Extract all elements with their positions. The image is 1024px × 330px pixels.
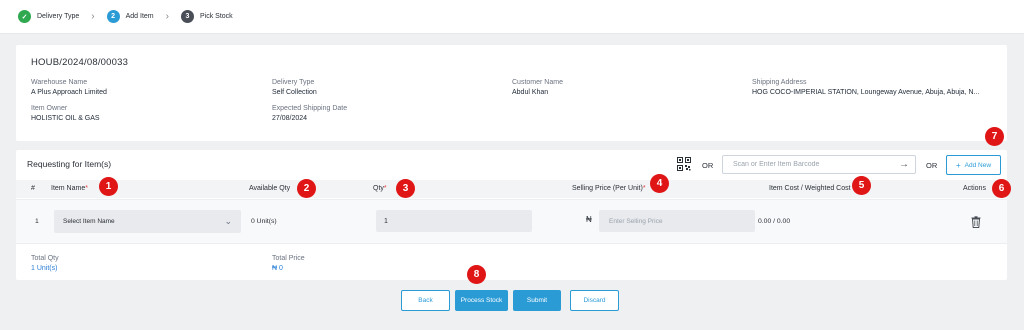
total-price-label: Total Price bbox=[272, 255, 305, 262]
select-value: Select Item Name bbox=[63, 218, 115, 225]
field-label: Expected Shipping Date bbox=[272, 105, 348, 112]
annotation-marker-1: 1 bbox=[99, 177, 118, 196]
total-qty: Total Qty 1 Unit(s) bbox=[31, 255, 59, 272]
field-label: Delivery Type bbox=[272, 79, 315, 86]
field-value: 27/08/2024 bbox=[272, 115, 308, 122]
field-value: HOG COCO-IMPERIAL STATION, Loungeway Ave… bbox=[752, 89, 980, 96]
trash-icon[interactable] bbox=[971, 216, 981, 228]
item-owner-field: Item Owner HOLISTIC OIL & GAS bbox=[31, 105, 100, 122]
customer-name-field: Customer Name Abdul Khan bbox=[512, 79, 563, 96]
total-qty-value: 1 Unit(s) bbox=[31, 265, 58, 272]
discard-button[interactable]: Discard bbox=[570, 290, 619, 311]
step-label: Pick Stock bbox=[199, 13, 233, 20]
add-new-label: Add New bbox=[964, 161, 992, 169]
delivery-type-field: Delivery Type Self Collection bbox=[272, 79, 317, 96]
check-icon: ✓ bbox=[18, 10, 31, 23]
items-card: Requesting for Item(s) OR → OR + Add New… bbox=[16, 150, 1007, 280]
field-label: Customer Name bbox=[512, 79, 563, 86]
qr-code-icon[interactable] bbox=[677, 157, 691, 171]
available-qty-value: 0 Unit(s) bbox=[251, 218, 277, 225]
annotation-marker-4: 4 bbox=[650, 174, 669, 193]
add-new-button[interactable]: + Add New bbox=[946, 155, 1001, 175]
items-section-title: Requesting for Item(s) bbox=[27, 159, 112, 169]
required-mark: * bbox=[642, 185, 646, 192]
expected-shipping-date-field: Expected Shipping Date 27/08/2024 bbox=[272, 105, 347, 122]
field-label: Item Owner bbox=[31, 105, 68, 112]
selling-price-input[interactable] bbox=[599, 210, 755, 232]
qty-input[interactable] bbox=[376, 210, 532, 232]
field-value: Self Collection bbox=[272, 89, 317, 96]
annotation-marker-6: 6 bbox=[992, 179, 1011, 198]
table-row: 1 Select Item Name ⌄ 0 Unit(s) ₦ 0.00 / … bbox=[16, 199, 1007, 244]
chevron-right-icon: › bbox=[91, 11, 95, 22]
submit-button[interactable]: Submit bbox=[513, 290, 561, 311]
field-label: Shipping Address bbox=[752, 79, 807, 86]
step-label: Delivery Type bbox=[37, 13, 80, 20]
annotation-marker-7: 7 bbox=[985, 127, 1004, 146]
item-cost-value: 0.00 / 0.00 bbox=[758, 218, 791, 225]
step-number: 3 bbox=[180, 10, 194, 23]
currency-symbol: ₦ bbox=[586, 215, 592, 224]
step-add-item[interactable]: 2 Add Item bbox=[106, 10, 154, 23]
column-item-name: Item Name* bbox=[51, 185, 88, 192]
column-index: # bbox=[31, 185, 35, 192]
column-qty: Qty* bbox=[373, 185, 387, 192]
column-label: Item Name bbox=[51, 185, 86, 192]
total-price: Total Price ₦ 0 bbox=[272, 255, 305, 272]
row-index: 1 bbox=[35, 218, 39, 225]
annotation-marker-3: 3 bbox=[396, 179, 415, 198]
or-separator: OR bbox=[926, 161, 938, 170]
chevron-down-icon: ⌄ bbox=[224, 216, 232, 226]
column-label: Qty bbox=[373, 185, 384, 192]
total-price-value: ₦ 0 bbox=[272, 265, 283, 272]
process-stock-button[interactable]: Process Stock bbox=[455, 290, 508, 311]
warehouse-name-field: Warehouse Name A Plus Approach Limited bbox=[31, 79, 107, 96]
field-value: Abdul Khan bbox=[512, 89, 549, 96]
required-mark: * bbox=[85, 185, 88, 192]
arrow-right-icon[interactable]: → bbox=[899, 159, 909, 170]
item-name-select[interactable]: Select Item Name ⌄ bbox=[54, 210, 241, 233]
column-label: Selling Price (Per Unit) bbox=[572, 185, 643, 192]
column-actions: Actions bbox=[963, 185, 986, 192]
step-label: Add Item bbox=[125, 13, 154, 20]
chevron-right-icon: › bbox=[165, 11, 169, 22]
back-button[interactable]: Back bbox=[401, 290, 450, 311]
delivery-details-card: HOUB/2024/08/00033 Warehouse Name A Plus… bbox=[16, 45, 1007, 141]
annotation-marker-8: 8 bbox=[467, 265, 486, 284]
plus-icon: + bbox=[955, 160, 961, 170]
total-qty-label: Total Qty bbox=[31, 255, 59, 262]
required-mark: * bbox=[383, 185, 387, 192]
reference-number: HOUB/2024/08/00033 bbox=[31, 57, 129, 68]
column-item-cost: Item Cost / Weighted Cost bbox=[769, 185, 851, 192]
step-number: 2 bbox=[106, 10, 120, 23]
stepper: ✓ Delivery Type › 2 Add Item › 3 Pick St… bbox=[0, 0, 1024, 34]
barcode-search-input[interactable] bbox=[722, 155, 916, 174]
shipping-address-field: Shipping Address HOG COCO-IMPERIAL STATI… bbox=[752, 79, 979, 96]
field-value: A Plus Approach Limited bbox=[31, 89, 107, 96]
field-value: HOLISTIC OIL & GAS bbox=[31, 115, 100, 122]
column-selling-price: Selling Price (Per Unit)* bbox=[572, 185, 646, 192]
column-available-qty: Available Qty bbox=[249, 185, 291, 192]
or-separator: OR bbox=[702, 161, 714, 170]
step-delivery-type[interactable]: ✓ Delivery Type bbox=[18, 10, 79, 23]
annotation-marker-2: 2 bbox=[297, 179, 316, 198]
step-pick-stock[interactable]: 3 Pick Stock bbox=[180, 10, 233, 23]
field-label: Warehouse Name bbox=[31, 79, 88, 86]
annotation-marker-5: 5 bbox=[852, 176, 871, 195]
